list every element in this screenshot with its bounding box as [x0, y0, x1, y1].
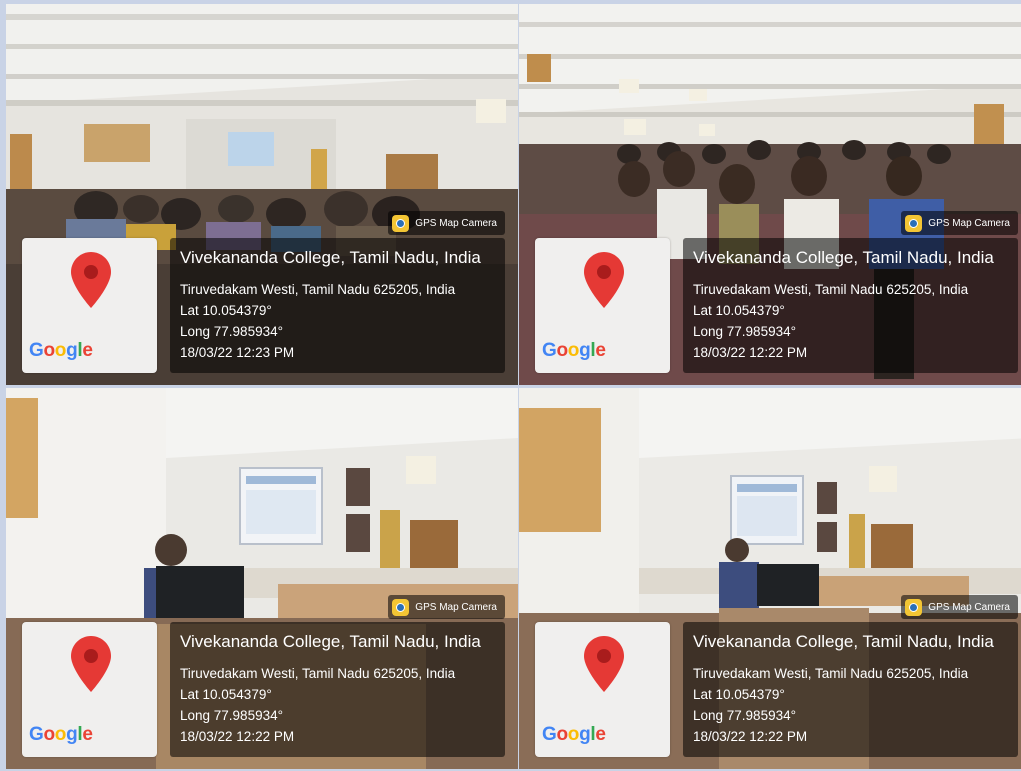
gps-map-camera-badge: GPS Map Camera: [388, 595, 505, 619]
google-logo: Google: [29, 724, 93, 746]
place-name: Vivekananda College, Tamil Nadu, India: [693, 248, 994, 267]
google-logo-letter: o: [567, 724, 580, 745]
map-pin-icon: [584, 636, 624, 692]
photo-tile-3: GPS Map Camera Google Vivekananda Colleg…: [6, 388, 518, 769]
location-info-overlay: Vivekananda College, Tamil Nadu, India T…: [683, 622, 1018, 757]
latitude: Lat 10.054379°: [693, 687, 785, 702]
google-logo-letter: e: [595, 724, 606, 745]
latitude: Lat 10.054379°: [180, 687, 272, 702]
gps-camera-icon: [905, 214, 923, 232]
google-logo: Google: [29, 340, 93, 362]
timestamp: 18/03/22 12:22 PM: [180, 729, 295, 744]
badge-label: GPS Map Camera: [928, 601, 1010, 613]
google-logo-letter: o: [54, 724, 67, 745]
longitude: Long 77.985934°: [180, 324, 283, 339]
google-logo-letter: o: [556, 340, 568, 361]
place-name: Vivekananda College, Tamil Nadu, India: [180, 632, 481, 651]
gps-map-camera-badge: GPS Map Camera: [388, 211, 505, 235]
address: Tiruvedakam Westi, Tamil Nadu 625205, In…: [180, 666, 456, 681]
map-pin-icon: [71, 252, 111, 308]
google-logo-letter: G: [542, 724, 557, 745]
google-logo-letter: g: [66, 340, 78, 361]
google-logo-letter: g: [579, 724, 591, 745]
gps-map-camera-badge: GPS Map Camera: [901, 595, 1018, 619]
photo-tile-1: GPS Map Camera Google Vivekananda Colleg…: [6, 4, 518, 385]
location-info-overlay: Vivekananda College, Tamil Nadu, India T…: [170, 622, 505, 757]
google-logo: Google: [542, 724, 606, 746]
gps-map-camera-badge: GPS Map Camera: [901, 211, 1018, 235]
google-logo-letter: e: [595, 340, 606, 361]
google-logo-letter: G: [29, 724, 44, 745]
google-logo-letter: G: [542, 340, 557, 361]
photo-tile-4: GPS Map Camera Google Vivekananda Colleg…: [519, 388, 1021, 769]
map-pin-icon: [71, 636, 111, 692]
badge-label: GPS Map Camera: [928, 217, 1010, 229]
longitude: Long 77.985934°: [693, 324, 796, 339]
google-logo-letter: e: [82, 340, 93, 361]
gps-camera-icon: [905, 598, 923, 616]
address: Tiruvedakam Westi, Tamil Nadu 625205, In…: [693, 666, 969, 681]
google-logo-letter: o: [43, 340, 55, 361]
map-thumbnail: Google: [22, 622, 157, 757]
map-pin-icon: [584, 252, 624, 308]
google-logo-letter: o: [43, 724, 55, 745]
map-thumbnail: Google: [535, 622, 670, 757]
longitude: Long 77.985934°: [693, 708, 796, 723]
latitude: Lat 10.054379°: [180, 303, 272, 318]
google-logo-letter: o: [567, 340, 580, 361]
location-info-overlay: Vivekananda College, Tamil Nadu, India T…: [683, 238, 1018, 373]
location-info-overlay: Vivekananda College, Tamil Nadu, India T…: [170, 238, 505, 373]
map-thumbnail: Google: [535, 238, 670, 373]
gps-camera-icon: [392, 214, 410, 232]
address: Tiruvedakam Westi, Tamil Nadu 625205, In…: [693, 282, 969, 297]
timestamp: 18/03/22 12:23 PM: [180, 345, 295, 360]
photo-tile-2: GPS Map Camera Google Vivekananda Colleg…: [519, 4, 1021, 385]
place-name: Vivekananda College, Tamil Nadu, India: [180, 248, 481, 267]
longitude: Long 77.985934°: [180, 708, 283, 723]
timestamp: 18/03/22 12:22 PM: [693, 729, 808, 744]
latitude: Lat 10.054379°: [693, 303, 785, 318]
google-logo-letter: o: [54, 340, 67, 361]
address: Tiruvedakam Westi, Tamil Nadu 625205, In…: [180, 282, 456, 297]
badge-label: GPS Map Camera: [415, 601, 497, 613]
google-logo-letter: G: [29, 340, 44, 361]
google-logo-letter: o: [556, 724, 568, 745]
place-name: Vivekananda College, Tamil Nadu, India: [693, 632, 994, 651]
map-thumbnail: Google: [22, 238, 157, 373]
badge-label: GPS Map Camera: [415, 217, 497, 229]
google-logo-letter: e: [82, 724, 93, 745]
gps-camera-icon: [392, 598, 410, 616]
google-logo: Google: [542, 340, 606, 362]
google-logo-letter: g: [579, 340, 591, 361]
google-logo-letter: g: [66, 724, 78, 745]
timestamp: 18/03/22 12:22 PM: [693, 345, 808, 360]
